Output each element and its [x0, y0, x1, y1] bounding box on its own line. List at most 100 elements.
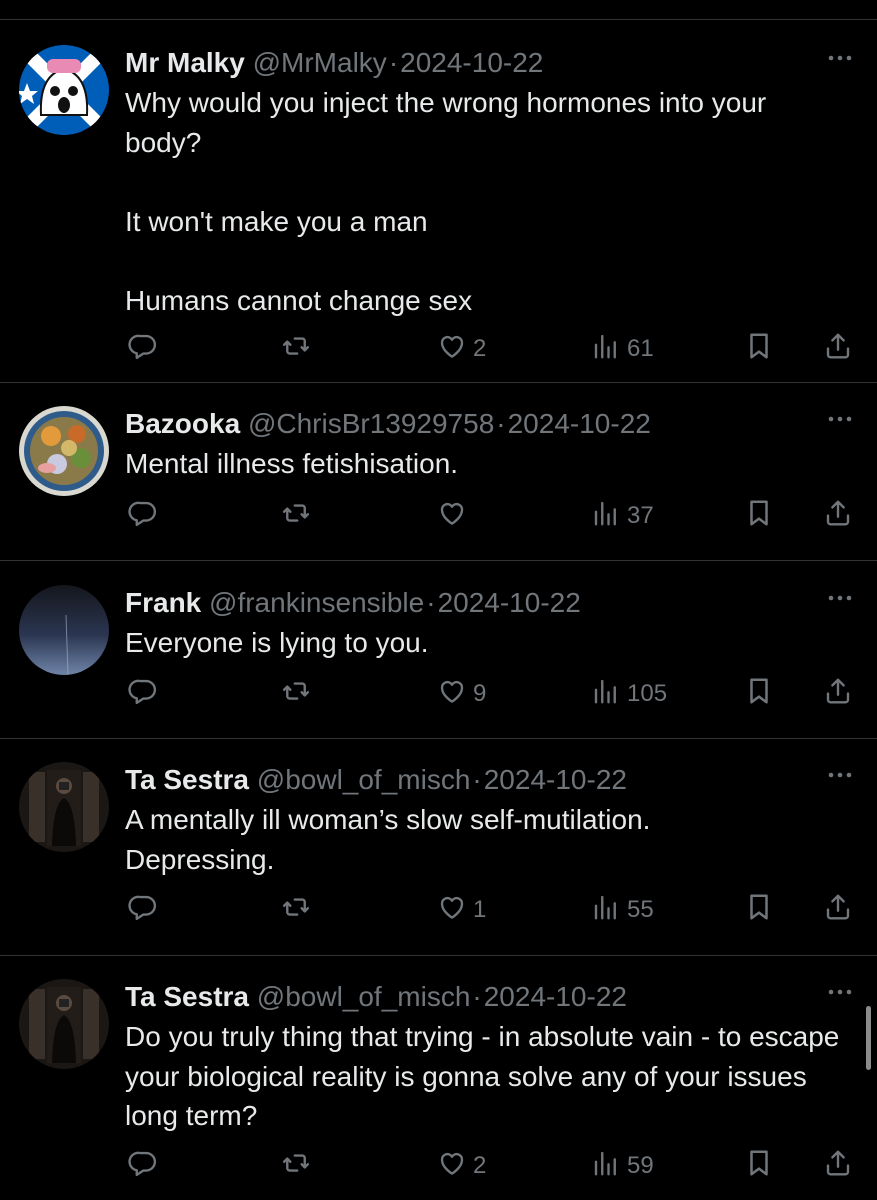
reply-button[interactable]: [128, 329, 158, 369]
views-icon: [591, 892, 621, 929]
bookmark-button[interactable]: [744, 329, 774, 369]
tweet-header: Bazooka @ChrisBr13929758·2024-10-22: [125, 406, 840, 442]
like-count: 2: [473, 1152, 487, 1179]
retweet-icon: [281, 1148, 311, 1185]
tweet-divider: [0, 955, 877, 956]
heart-icon: [437, 1148, 467, 1185]
bookmark-button[interactable]: [744, 890, 774, 930]
share-button[interactable]: [823, 496, 853, 536]
like-count: 2: [473, 335, 487, 362]
bookmark-icon: [744, 676, 774, 713]
separator-dot: ·: [472, 764, 482, 795]
user-handle[interactable]: @bowl_of_misch: [257, 981, 471, 1012]
display-name[interactable]: Mr Malky: [125, 47, 245, 78]
reply-icon: [128, 892, 158, 929]
avatar[interactable]: [19, 979, 109, 1069]
user-handle[interactable]: @ChrisBr13929758: [248, 408, 494, 439]
post-date[interactable]: 2024-10-22: [438, 587, 581, 618]
more-icon[interactable]: [823, 50, 857, 66]
user-handle[interactable]: @MrMalky: [253, 47, 387, 78]
user-handle[interactable]: @frankinsensible: [209, 587, 424, 618]
share-icon: [823, 331, 853, 368]
retweet-icon: [281, 892, 311, 929]
separator-dot: ·: [388, 47, 399, 78]
bookmark-button[interactable]: [744, 1146, 774, 1186]
like-button[interactable]: 2: [437, 1146, 486, 1186]
heart-icon: [437, 676, 467, 713]
avatar[interactable]: [19, 406, 109, 496]
share-icon: [823, 892, 853, 929]
share-button[interactable]: [823, 890, 853, 930]
views-button[interactable]: 55: [591, 890, 654, 930]
retweet-button[interactable]: [281, 890, 311, 930]
post-date[interactable]: 2024-10-22: [508, 408, 651, 439]
separator-dot: ·: [472, 981, 482, 1012]
views-button[interactable]: 105: [591, 674, 667, 714]
bookmark-button[interactable]: [744, 496, 774, 536]
views-button[interactable]: 37: [591, 496, 654, 536]
tweet-text: A mentally ill woman’s slow self-mutilat…: [125, 804, 651, 875]
tweet-header: Mr Malky @MrMalky·2024-10-22: [125, 45, 840, 81]
more-icon[interactable]: [823, 984, 857, 1000]
post-date[interactable]: 2024-10-22: [484, 764, 627, 795]
tweet-text: Mental illness fetishisation.: [125, 448, 459, 479]
share-button[interactable]: [823, 1146, 853, 1186]
avatar[interactable]: [19, 585, 109, 675]
like-button[interactable]: 9: [437, 674, 486, 714]
action-bar: 2 61: [0, 329, 877, 369]
retweet-button[interactable]: [281, 496, 311, 536]
views-button[interactable]: 59: [591, 1146, 654, 1186]
retweet-icon: [281, 676, 311, 713]
more-icon[interactable]: [823, 590, 857, 606]
tweet-text: Why would you inject the wrong hormones …: [125, 87, 767, 316]
display-name[interactable]: Frank: [125, 587, 201, 618]
views-button[interactable]: 61: [591, 329, 654, 369]
like-button[interactable]: [437, 496, 473, 536]
reply-icon: [128, 1148, 158, 1185]
action-bar: 2 59: [0, 1146, 877, 1186]
display-name[interactable]: Bazooka: [125, 408, 240, 439]
scrollbar[interactable]: [866, 1006, 871, 1070]
bookmark-icon: [744, 892, 774, 929]
like-count: 1: [473, 896, 487, 923]
reply-button[interactable]: [128, 890, 158, 930]
heart-icon: [437, 331, 467, 368]
reply-button[interactable]: [128, 496, 158, 536]
tweet-content: Frank @frankinsensible·2024-10-22 Everyo…: [125, 585, 840, 663]
avatar[interactable]: [19, 45, 109, 135]
post-date[interactable]: 2024-10-22: [484, 981, 627, 1012]
top-divider: [0, 19, 877, 20]
view-count: 55: [627, 896, 654, 923]
display-name[interactable]: Ta Sestra: [125, 764, 249, 795]
tweet-header: Frank @frankinsensible·2024-10-22: [125, 585, 840, 621]
more-icon[interactable]: [823, 411, 857, 427]
bookmark-button[interactable]: [744, 674, 774, 714]
post-date[interactable]: 2024-10-22: [400, 47, 543, 78]
display-name[interactable]: Ta Sestra: [125, 981, 249, 1012]
tweet-divider: [0, 738, 877, 739]
tweet-divider: [0, 560, 877, 561]
share-icon: [823, 676, 853, 713]
tweet-content: Ta Sestra @bowl_of_misch·2024-10-22 A me…: [125, 762, 840, 879]
retweet-button[interactable]: [281, 1146, 311, 1186]
tweet-content: Ta Sestra @bowl_of_misch·2024-10-22 Do y…: [125, 979, 840, 1136]
like-button[interactable]: 1: [437, 890, 486, 930]
heart-icon: [437, 498, 467, 535]
share-icon: [823, 1148, 853, 1185]
retweet-icon: [281, 498, 311, 535]
user-handle[interactable]: @bowl_of_misch: [257, 764, 471, 795]
avatar[interactable]: [19, 762, 109, 852]
tweet-header: Ta Sestra @bowl_of_misch·2024-10-22: [125, 762, 840, 798]
separator-dot: ·: [426, 587, 436, 618]
share-button[interactable]: [823, 674, 853, 714]
reply-button[interactable]: [128, 1146, 158, 1186]
bookmark-icon: [744, 498, 774, 535]
share-icon: [823, 498, 853, 535]
more-icon[interactable]: [823, 767, 857, 783]
retweet-button[interactable]: [281, 674, 311, 714]
like-button[interactable]: 2: [437, 329, 486, 369]
share-button[interactable]: [823, 329, 853, 369]
reply-button[interactable]: [128, 674, 158, 714]
view-count: 61: [627, 335, 654, 362]
retweet-button[interactable]: [281, 329, 311, 369]
